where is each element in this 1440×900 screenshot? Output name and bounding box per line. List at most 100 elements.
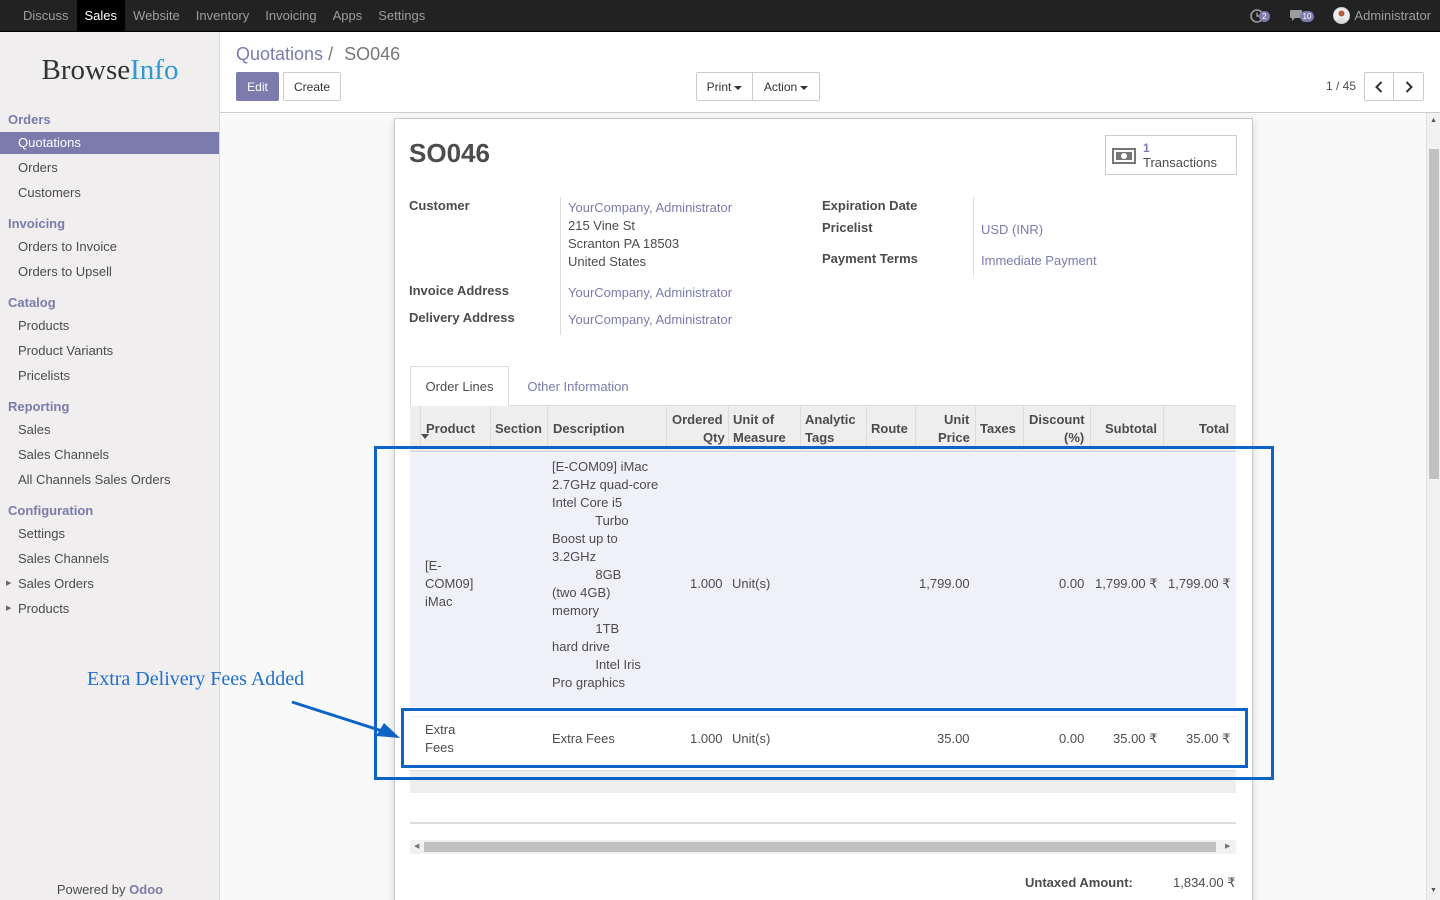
menu-settings[interactable]: Settings [370, 0, 433, 31]
customer-label: Customer [409, 198, 470, 213]
section-orders[interactable]: Orders [8, 112, 51, 127]
pager-next-button[interactable] [1393, 72, 1424, 101]
delivery-address-field[interactable]: YourCompany, Administrator [568, 312, 732, 327]
section-reporting[interactable]: Reporting [8, 399, 69, 414]
scrollbar-thumb[interactable] [424, 842, 1216, 852]
print-button[interactable]: Print [696, 72, 753, 101]
caret-right-icon: ▶ [6, 605, 12, 612]
sidebar-item-customers[interactable]: Customers [0, 182, 219, 204]
caret-right-icon: ▶ [6, 580, 12, 587]
col-unit-price[interactable]: Unit [944, 411, 969, 429]
col-discount[interactable]: Discount [1029, 411, 1085, 429]
scrollbar-thumb[interactable] [1429, 149, 1439, 479]
sidebar-item-all-channels[interactable]: All Channels Sales Orders [0, 469, 219, 491]
menu-apps[interactable]: Apps [325, 0, 371, 31]
sidebar-item-pricelists[interactable]: Pricelists [0, 365, 219, 387]
pricelist-field[interactable]: USD (INR) [981, 222, 1043, 237]
transactions-smart-button[interactable]: 1 Transactions [1105, 135, 1237, 175]
col-unit-price-2[interactable]: Price [938, 429, 970, 447]
action-button[interactable]: Action [752, 72, 820, 101]
powered-by: Powered by Odoo [56, 882, 164, 897]
section-catalog[interactable]: Catalog [8, 295, 56, 310]
breadcrumb-separator: / [328, 44, 334, 64]
field-divider [560, 197, 561, 335]
breadcrumb-quotations[interactable]: Quotations [236, 44, 323, 64]
col-analytic-tags-2[interactable]: Tags [805, 429, 834, 447]
sidebar-item-products[interactable]: Products [0, 315, 219, 337]
sidebar-item-orders-to-invoice[interactable]: Orders to Invoice [0, 236, 219, 258]
scroll-right-icon[interactable]: ▶ [1225, 842, 1230, 850]
col-uom[interactable]: Unit of [733, 411, 774, 429]
breadcrumb-current: SO046 [344, 44, 401, 64]
col-ordered-qty[interactable]: Ordered [672, 411, 723, 429]
sidebar-item-orders[interactable]: Orders [0, 157, 219, 179]
sidebar-item-quotations[interactable]: Quotations [0, 132, 219, 154]
money-icon [1112, 148, 1136, 164]
tab-order-lines[interactable]: Order Lines [410, 366, 509, 406]
sidebar-item-orders-to-upsell[interactable]: Orders to Upsell [0, 261, 219, 283]
activity-badge: 2 [1259, 11, 1270, 22]
sidebar-item-sales-orders[interactable]: ▶ Sales Orders [0, 573, 219, 595]
vertical-scrollbar[interactable]: ▲ ▼ [1426, 113, 1440, 900]
section-divider [410, 822, 1236, 824]
edit-button[interactable]: Edit [236, 72, 279, 101]
odoo-link[interactable]: Odoo [129, 882, 163, 897]
invoice-address-label: Invoice Address [409, 283, 509, 298]
order-name: SO046 [409, 138, 490, 168]
sort-down-icon [421, 434, 429, 439]
pager-previous-button[interactable] [1364, 72, 1394, 101]
sidebar: BrowseInfo Orders Quotations Orders Cust… [0, 32, 220, 900]
messaging-menu[interactable]: 10 [1289, 9, 1320, 22]
menu-inventory[interactable]: Inventory [188, 0, 257, 31]
col-route[interactable]: Route [871, 420, 908, 438]
scroll-down-icon[interactable]: ▼ [1430, 887, 1437, 894]
col-analytic-tags[interactable]: Analytic [805, 411, 856, 429]
menu-invoicing[interactable]: Invoicing [257, 0, 324, 31]
untaxed-amount-value: 1,834.00 ₹ [1173, 875, 1236, 890]
col-description[interactable]: Description [553, 420, 625, 438]
message-badge: 10 [1299, 11, 1315, 22]
tab-other-information[interactable]: Other Information [518, 366, 638, 406]
app-menu: Discuss Sales Website Inventory Invoicin… [0, 0, 433, 31]
pager-value[interactable]: 1 / 45 [1326, 79, 1356, 93]
sidebar-item-sales-channels[interactable]: Sales Channels [0, 444, 219, 466]
untaxed-amount-label: Untaxed Amount: [1025, 875, 1133, 890]
customer-street: 215 Vine St [568, 218, 635, 233]
scroll-up-icon[interactable]: ▲ [1430, 117, 1437, 124]
scroll-left-icon[interactable]: ◀ [414, 842, 419, 850]
sidebar-item-product-variants[interactable]: Product Variants [0, 340, 219, 362]
col-taxes[interactable]: Taxes [980, 420, 1016, 438]
caret-down-icon [800, 85, 809, 90]
customer-field[interactable]: YourCompany, Administrator [568, 200, 732, 215]
pricelist-label: Pricelist [822, 220, 873, 235]
col-subtotal[interactable]: Subtotal [1105, 420, 1157, 438]
caret-down-icon [734, 85, 743, 90]
col-total[interactable]: Total [1199, 420, 1229, 438]
sidebar-item-sales[interactable]: Sales [0, 419, 219, 441]
col-section[interactable]: Section [495, 420, 542, 438]
col-discount-2[interactable]: (%) [1064, 429, 1084, 447]
customer-city: Scranton PA 18503 [568, 236, 680, 251]
menu-discuss[interactable]: Discuss [15, 0, 77, 31]
sidebar-item-settings[interactable]: Settings [0, 523, 219, 545]
col-product[interactable]: Product [426, 420, 475, 438]
menu-sales[interactable]: Sales [76, 0, 126, 31]
create-button[interactable]: Create [283, 72, 341, 101]
sidebar-item-config-sales-channels[interactable]: Sales Channels [0, 548, 219, 570]
payment-terms-field[interactable]: Immediate Payment [981, 253, 1097, 268]
col-ordered-qty-2[interactable]: Qty [703, 429, 725, 447]
col-uom-2[interactable]: Measure [733, 429, 786, 447]
sidebar-item-config-products[interactable]: ▶ Products [0, 598, 219, 620]
annotation-inner-box [401, 708, 1248, 768]
customer-country: United States [568, 254, 647, 269]
activity-menu[interactable]: 2 [1250, 8, 1274, 23]
transactions-count: 1 [1143, 141, 1150, 155]
section-invoicing[interactable]: Invoicing [8, 216, 65, 231]
user-menu[interactable]: Administrator [1333, 7, 1431, 24]
section-configuration[interactable]: Configuration [8, 503, 93, 518]
annotation-label: Extra Delivery Fees Added [87, 668, 305, 690]
horizontal-scrollbar[interactable]: ◀ ▶ [410, 840, 1236, 854]
invoice-address-field[interactable]: YourCompany, Administrator [568, 285, 732, 300]
menu-website[interactable]: Website [125, 0, 188, 31]
chevron-right-icon [1405, 80, 1413, 93]
